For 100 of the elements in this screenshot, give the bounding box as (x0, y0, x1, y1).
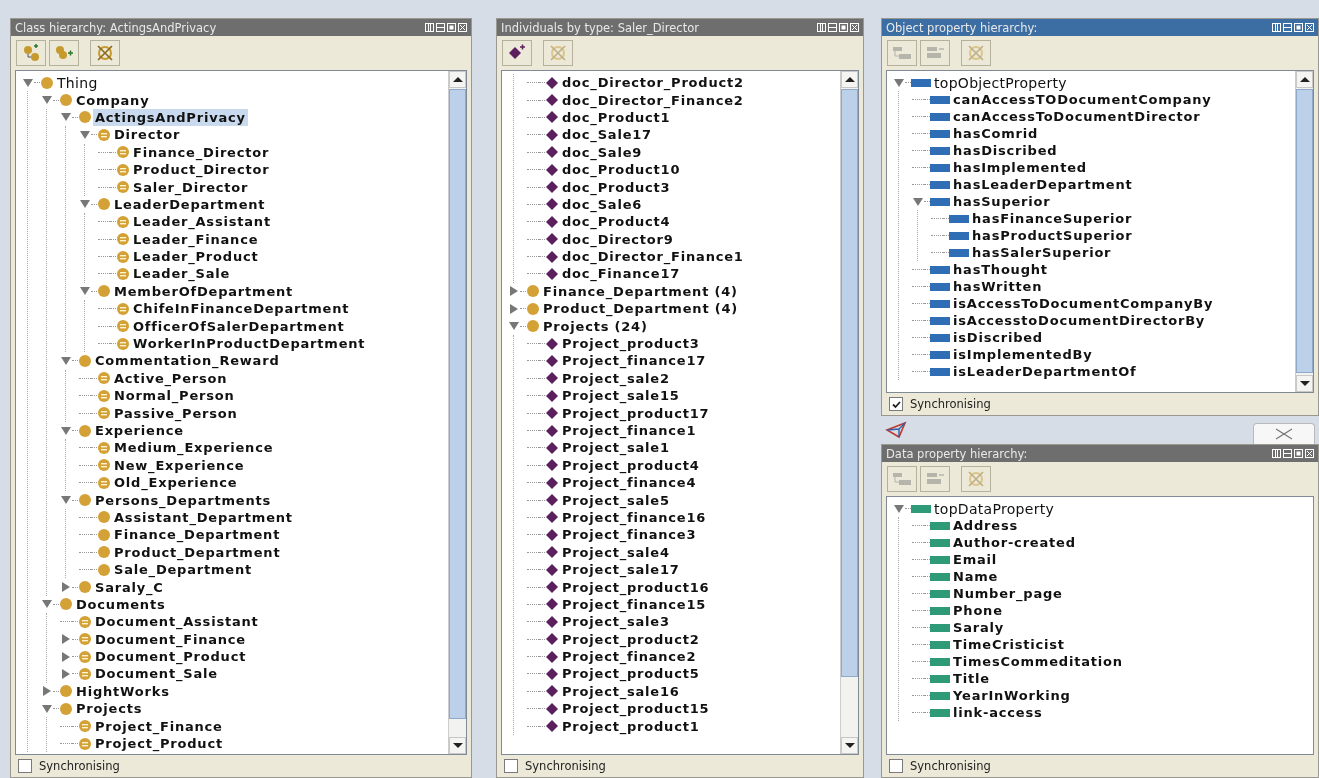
tree-item[interactable]: Saler_Director (131, 178, 251, 196)
tree-item[interactable]: doc_Sale17 (560, 126, 654, 144)
split-horizontal-icon[interactable] (828, 23, 837, 32)
tree-item[interactable]: Project_sale1 (560, 439, 672, 457)
tree-item[interactable]: Finance_Director (131, 143, 272, 161)
tree-item[interactable]: Project_sale16 (560, 682, 682, 700)
tree-item[interactable]: Assistant_Department (112, 508, 295, 526)
collapse-caret-icon[interactable] (61, 356, 71, 365)
tree-item[interactable]: Finance_Department (112, 526, 283, 544)
tree-item[interactable]: Project_product17 (560, 404, 712, 422)
tree-item[interactable]: Address (951, 517, 1020, 534)
tree-item[interactable]: Project_sale3 (560, 613, 672, 631)
tree-item[interactable]: Sale_Department (112, 561, 255, 579)
tree-item[interactable]: hasWritten (951, 278, 1045, 295)
tree-item[interactable]: hasDiscribed (951, 142, 1060, 159)
toolbar-button[interactable] (502, 40, 532, 66)
tree-item[interactable]: canAccessTODocumentCompany (951, 91, 1214, 108)
tree-item[interactable]: Project_finance15 (560, 595, 709, 613)
tree-item[interactable]: ChifeInFinanceDepartment (131, 300, 352, 318)
close-icon[interactable] (1305, 23, 1314, 32)
tree-item[interactable]: hasFinanceSuperior (970, 210, 1135, 227)
tree-item[interactable]: isLeaderDepartmentOf (951, 363, 1139, 380)
tree-item[interactable]: MemberOfDepartment (112, 282, 296, 300)
tree-item[interactable]: Director (112, 126, 183, 144)
tree-item[interactable]: isAccessToDocumentCompanyBy (951, 295, 1216, 312)
collapse-caret-icon[interactable] (42, 96, 52, 105)
tree-item[interactable]: Project_product2 (560, 630, 702, 648)
tree-item[interactable]: Document_Finance (93, 630, 248, 648)
tree-item[interactable]: Number_page (951, 585, 1065, 602)
collapse-caret-icon[interactable] (509, 322, 519, 331)
split-horizontal-icon[interactable] (436, 23, 445, 32)
close-icon[interactable] (1305, 449, 1314, 458)
scroll-down-button[interactable] (1296, 375, 1313, 392)
tree-item[interactable]: doc_Director9 (560, 230, 676, 248)
collapse-caret-icon[interactable] (61, 496, 71, 505)
tree-item[interactable]: Project_sale5 (560, 491, 672, 509)
tree-item[interactable]: Project_sale4 (560, 543, 672, 561)
scrollbar[interactable] (1295, 71, 1313, 392)
tree-item[interactable]: link-access (951, 704, 1045, 721)
tree-item[interactable]: Passive_Person (112, 404, 240, 422)
tree-item[interactable]: doc_Director_Finance1 (560, 248, 746, 266)
expand-caret-icon[interactable] (62, 634, 70, 645)
tree-item[interactable]: LeaderDepartment (112, 195, 268, 213)
tree-item[interactable]: Normal_Person (112, 387, 237, 405)
tree-item[interactable]: Product_Director (131, 161, 272, 179)
scroll-up-button[interactable] (1296, 71, 1313, 88)
tree-item[interactable]: Project_sale17 (560, 561, 682, 579)
tree-item[interactable]: Project_finance17 (560, 352, 709, 370)
tree-item[interactable]: Product_Department (112, 543, 283, 561)
close-icon[interactable] (458, 23, 467, 32)
tree-item[interactable]: Project_Product (93, 735, 225, 753)
tree-item[interactable]: New_Experience (112, 456, 247, 474)
tree-item[interactable]: isAccesstoDocumentDirectorBy (951, 312, 1208, 329)
expand-caret-icon[interactable] (62, 651, 70, 662)
tree-item[interactable]: Title (951, 670, 992, 687)
tree-item[interactable]: Phone (951, 602, 1005, 619)
checkbox[interactable] (889, 759, 903, 773)
tree-item[interactable]: Document_Assistant (93, 613, 261, 631)
tab[interactable] (1253, 423, 1315, 444)
tree-item[interactable]: doc_Sale6 (560, 195, 645, 213)
tree-item[interactable]: doc_Director_Finance2 (560, 91, 746, 109)
tree-item[interactable]: HightWorks (74, 682, 172, 700)
tree-item[interactable]: Document_Product (93, 648, 249, 666)
tree-item[interactable]: Project_sale2 (560, 369, 672, 387)
tree-item[interactable]: Leader_Product (131, 248, 261, 266)
tree-item[interactable]: WorkerInProductDepartment (131, 335, 368, 353)
tree-item[interactable]: Active_Person (112, 369, 230, 387)
split-horizontal-icon[interactable] (1283, 449, 1292, 458)
maximize-icon[interactable] (839, 23, 848, 32)
tree-item[interactable]: Project_product16 (560, 578, 712, 596)
split-view-icon[interactable] (1272, 449, 1281, 458)
tree-item[interactable]: hasSuperior (951, 193, 1053, 210)
scroll-thumb[interactable] (841, 89, 858, 677)
scroll-up-button[interactable] (449, 71, 466, 88)
tree-item[interactable]: Experience (93, 422, 186, 439)
collapse-caret-icon[interactable] (80, 130, 90, 139)
tree-item[interactable]: topObjectProperty (932, 73, 1069, 92)
maximize-icon[interactable] (1294, 449, 1303, 458)
tree-item[interactable]: doc_Product1 (560, 108, 673, 126)
expand-caret-icon[interactable] (43, 686, 51, 697)
maximize-icon[interactable] (447, 23, 456, 32)
collapse-caret-icon[interactable] (80, 200, 90, 209)
tree-item[interactable]: Projects (74, 700, 145, 718)
tree-item[interactable]: Leader_Sale (131, 265, 233, 283)
tree-item[interactable]: topDataProperty (932, 499, 1057, 518)
checkbox[interactable] (889, 397, 903, 411)
expand-caret-icon[interactable] (510, 286, 518, 297)
tree-item[interactable]: hasSalerSuperior (970, 244, 1114, 261)
scroll-up-button[interactable] (841, 71, 858, 88)
tree-item[interactable]: Project_product5 (560, 665, 702, 683)
expand-caret-icon[interactable] (510, 303, 518, 314)
tree-item[interactable]: Finance_Department (4) (541, 282, 740, 300)
checkbox[interactable] (504, 759, 518, 773)
tree-item[interactable]: Company (74, 91, 152, 109)
collapse-caret-icon[interactable] (23, 78, 33, 87)
tree-item[interactable]: Medium_Experience (112, 439, 276, 457)
tree-item[interactable]: Product_Department (4) (541, 300, 741, 318)
collapse-caret-icon[interactable] (61, 426, 71, 435)
tree-item[interactable]: isImplementedBy (951, 346, 1095, 363)
tree-item[interactable]: doc_Finance17 (560, 265, 683, 283)
